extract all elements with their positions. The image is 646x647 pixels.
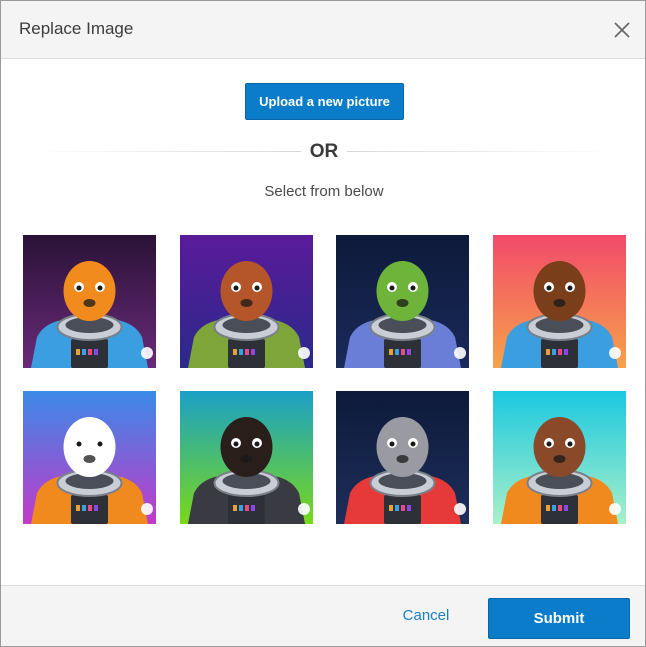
avatar-option-wolf-astronaut[interactable]	[180, 235, 313, 368]
fish-alien-astronaut-icon	[23, 235, 156, 368]
or-label: OR	[309, 141, 339, 162]
upload-new-picture-button[interactable]: Upload a new picture	[245, 83, 404, 120]
green-alien-astronaut-icon	[336, 235, 469, 368]
avatar-option-bigfoot-astronaut[interactable]	[493, 235, 626, 368]
avatar-option-green-alien-astronaut[interactable]	[336, 235, 469, 368]
dialog-header: Replace Image	[1, 1, 645, 59]
monkey-astronaut-icon	[493, 391, 626, 524]
avatar-option-fish-alien-astronaut[interactable]	[23, 235, 156, 368]
koala-astronaut-icon	[336, 391, 469, 524]
submit-button[interactable]: Submit	[488, 598, 630, 639]
dialog-title: Replace Image	[19, 19, 134, 38]
close-icon[interactable]	[609, 17, 635, 43]
avatar-option-rottweiler-astronaut[interactable]	[180, 391, 313, 524]
rottweiler-astronaut-icon	[180, 391, 313, 524]
wolf-astronaut-icon	[180, 235, 313, 368]
dialog-footer: Cancel Submit	[1, 585, 645, 646]
cancel-button[interactable]: Cancel	[393, 607, 459, 624]
avatar-option-monkey-astronaut[interactable]	[493, 391, 626, 524]
select-from-below-label: Select from below	[264, 183, 384, 200]
divider-left	[31, 151, 301, 152]
replace-image-dialog: Replace Image Upload a new picture OR Se…	[0, 0, 646, 647]
panda-astronaut-icon	[23, 391, 156, 524]
divider-right	[347, 151, 617, 152]
avatar-option-koala-astronaut[interactable]	[336, 391, 469, 524]
avatar-option-panda-astronaut[interactable]	[23, 391, 156, 524]
bigfoot-astronaut-icon	[493, 235, 626, 368]
